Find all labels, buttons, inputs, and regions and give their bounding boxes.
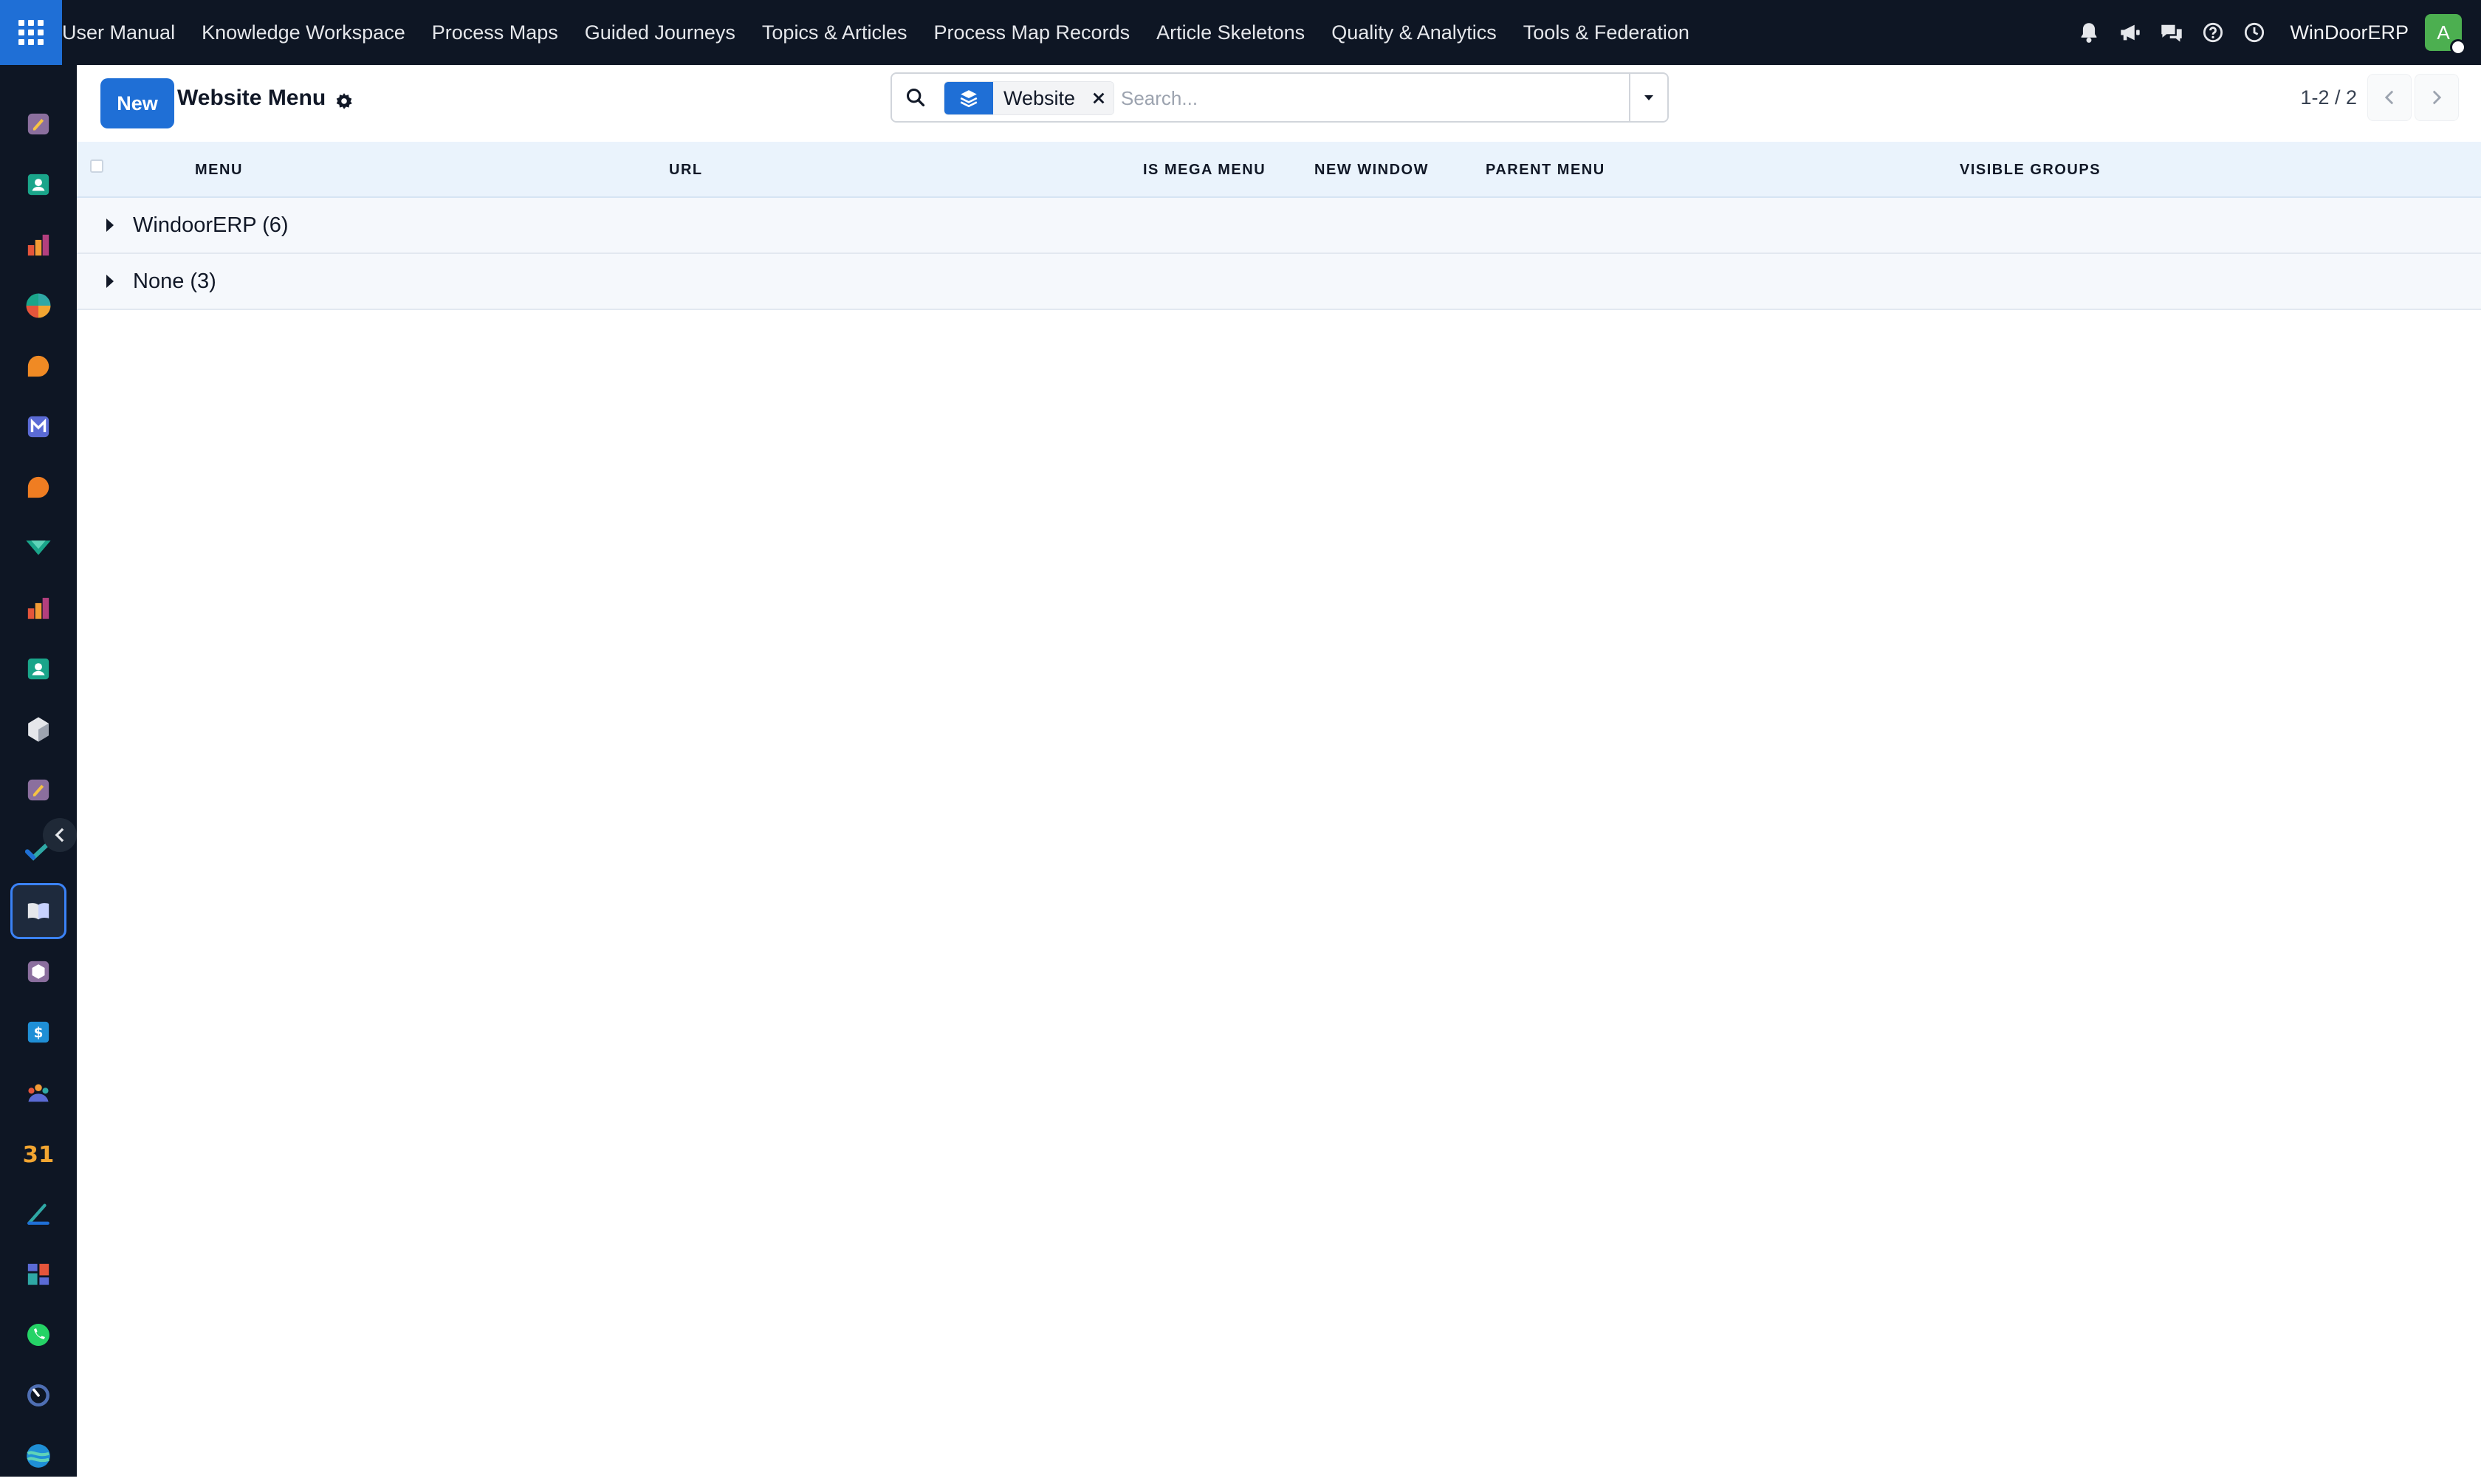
avatar-initial: A [2437,21,2450,44]
whatsapp-app-icon[interactable] [10,1307,66,1363]
caret-right-icon [106,219,114,232]
megaphone-icon[interactable] [2110,0,2151,65]
user-avatar[interactable]: A [2425,14,2466,55]
email-marketing-app-icon[interactable] [10,399,66,455]
column-visible-groups[interactable]: VISIBLE GROUPS [1960,142,2101,198]
sign-app-2-icon[interactable] [10,762,66,818]
app-rail: $ 31 [0,65,77,1477]
facet-label: Website [993,82,1085,114]
clock-icon[interactable] [2234,0,2275,65]
planning-app-icon[interactable] [10,1186,66,1242]
pager-value[interactable]: 1-2 / 2 [2300,86,2357,109]
pager: 1-2 / 2 [2300,74,2481,121]
knowledge-app-icon[interactable] [10,883,66,939]
column-is-mega-menu[interactable]: IS MEGA MENU [1143,142,1266,198]
dashboard-app-icon[interactable] [10,1246,66,1302]
contacts-app-2-icon[interactable] [10,641,66,697]
caret-right-icon [106,275,114,288]
control-panel: New Website Menu Website 1-2 / 2 [77,65,2481,142]
menu-process-maps[interactable]: Process Maps [419,0,572,65]
discuss-app-icon[interactable] [10,338,66,394]
company-switcher[interactable]: WinDoorERP [2275,21,2425,44]
page-title: Website Menu [177,86,326,110]
rail-collapse-button[interactable] [43,818,77,852]
website-app-icon[interactable] [10,1428,66,1484]
group-by-facet: Website [944,81,1115,115]
menu-knowledge-workspace[interactable]: Knowledge Workspace [188,0,419,65]
chevron-left-icon [2384,90,2394,105]
menu-quality-analytics[interactable]: Quality & Analytics [1318,0,1510,65]
svg-text:31: 31 [24,1142,53,1166]
group-row[interactable]: None (3) [77,254,2481,310]
dashboards-app-icon[interactable] [10,278,66,334]
main-menu: User Manual Knowledge Workspace Process … [62,0,1703,65]
invoicing-app-icon[interactable]: $ [10,1004,66,1060]
chevron-right-icon [2432,90,2442,105]
calendar-app-icon[interactable]: 31 [10,1125,66,1181]
search-icon[interactable] [901,83,930,112]
svg-text:$: $ [34,1026,44,1041]
group-label: WindoorERP (6) [133,213,289,237]
reporting-app-icon[interactable] [10,217,66,273]
select-all-checkbox[interactable] [90,159,103,173]
search-input[interactable] [1121,81,1579,115]
pager-previous-button[interactable] [2367,74,2412,121]
menu-user-manual[interactable]: User Manual [62,0,188,65]
column-new-window[interactable]: NEW WINDOW [1314,142,1429,198]
chevron-left-icon [55,828,64,842]
chat-icon[interactable] [2151,0,2192,65]
table-header: MENU URL IS MEGA MENU NEW WINDOW PARENT … [77,142,2481,198]
new-button[interactable]: New [100,78,174,128]
field-service-app-icon[interactable] [10,520,66,576]
top-navbar: User Manual Knowledge Workspace Process … [0,0,2481,65]
sign-app-icon[interactable] [10,96,66,152]
employees-app-icon[interactable] [10,1065,66,1121]
product-app-icon[interactable] [10,944,66,1000]
help-icon[interactable] [2192,0,2234,65]
close-icon[interactable] [1084,82,1114,114]
app-switcher-button[interactable] [0,0,62,65]
bell-icon[interactable] [2068,0,2110,65]
inventory-app-icon[interactable] [10,701,66,758]
timer-app-icon[interactable] [10,1367,66,1423]
search-options-toggle[interactable] [1629,74,1667,121]
column-url[interactable]: URL [669,142,703,198]
gear-icon[interactable] [332,90,356,114]
layers-icon [944,82,993,114]
search-bar: Website [891,72,1669,123]
caret-down-icon [1644,95,1653,100]
pager-next-button[interactable] [2415,74,2459,121]
group-label: None (3) [133,269,216,293]
column-menu[interactable]: MENU [195,142,243,198]
contacts-app-icon[interactable] [10,157,66,213]
reporting-app-2-icon[interactable] [10,580,66,636]
grid-icon [18,20,44,45]
group-row[interactable]: WindoorERP (6) [77,198,2481,254]
systray: WinDoorERP A [2068,0,2481,65]
livechat-app-icon[interactable] [10,459,66,515]
menu-guided-journeys[interactable]: Guided Journeys [572,0,749,65]
menu-topics-articles[interactable]: Topics & Articles [749,0,921,65]
list-table: MENU URL IS MEGA MENU NEW WINDOW PARENT … [77,142,2481,310]
menu-process-map-records[interactable]: Process Map Records [920,0,1143,65]
presence-dot [2450,39,2466,55]
menu-tools-federation[interactable]: Tools & Federation [1510,0,1703,65]
menu-article-skeletons[interactable]: Article Skeletons [1143,0,1318,65]
column-parent-menu[interactable]: PARENT MENU [1486,142,1605,198]
